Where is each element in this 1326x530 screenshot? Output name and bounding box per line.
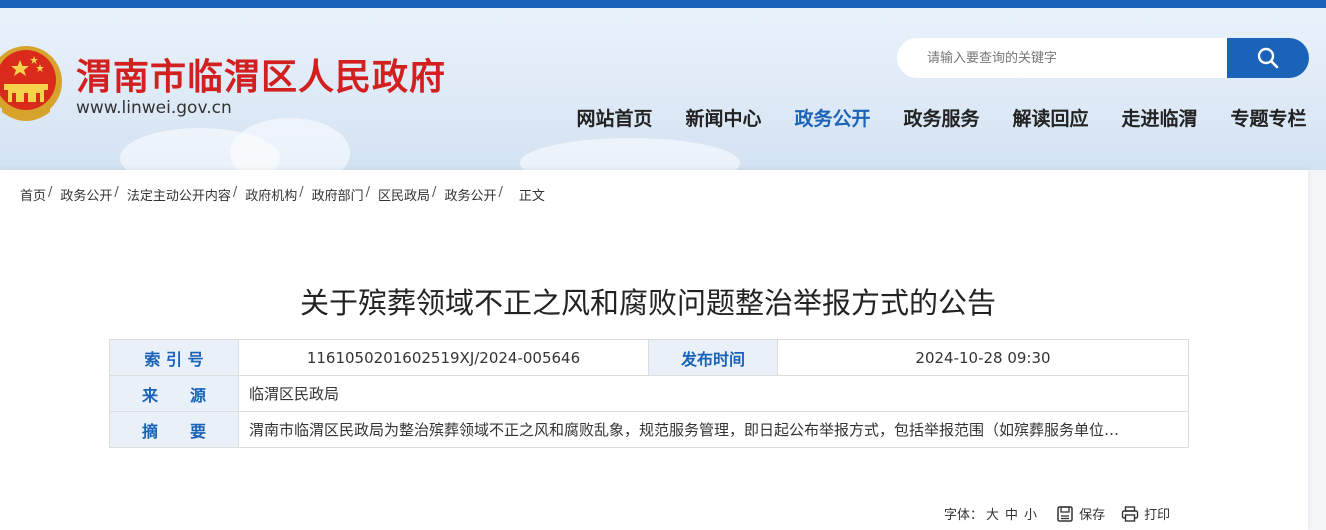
breadcrumb-item-home[interactable]: 首页	[20, 185, 46, 204]
breadcrumb-item-statutory-disclosure[interactable]: 法定主动公开内容	[127, 185, 231, 204]
source-label: 来 源	[109, 375, 239, 412]
font-size-small-button[interactable]: 小	[1024, 504, 1037, 523]
source-value: 临渭区民政局	[238, 375, 1189, 412]
publish-date-value: 2024-10-28 09:30	[777, 339, 1189, 376]
search-button[interactable]	[1227, 38, 1309, 78]
breadcrumb-current: 正文	[518, 189, 545, 204]
breadcrumb-separator: /	[365, 185, 371, 200]
save-icon	[1057, 505, 1073, 522]
index-number-value: 1161050201602519XJ/2024-005646	[238, 339, 649, 376]
save-button[interactable]: 保存	[1056, 504, 1105, 523]
publish-date-label: 发布时间	[648, 339, 778, 376]
breadcrumb-separator: /	[432, 185, 437, 200]
breadcrumb-item-gov-departments[interactable]: 政府部门	[312, 185, 364, 204]
print-icon	[1121, 505, 1139, 522]
nav-item-news[interactable]: 新闻中心	[669, 104, 778, 134]
nav-item-gov-affairs[interactable]: 政务公开	[778, 104, 887, 134]
font-size-large-button[interactable]: 大	[986, 504, 999, 523]
main-nav: 网站首页 新闻中心 政务公开 政务服务 解读回应 走进临渭 专题专栏	[560, 104, 1323, 134]
right-page-margin	[1308, 170, 1326, 530]
save-label: 保存	[1079, 508, 1106, 523]
nav-item-about-linwei[interactable]: 走进临渭	[1105, 104, 1214, 134]
search-input[interactable]	[897, 38, 1227, 78]
breadcrumb-separator: /	[48, 185, 53, 200]
site-title[interactable]: 渭南市临渭区人民政府	[76, 48, 446, 100]
breadcrumb-item-civil-affairs-bureau[interactable]: 区民政局	[378, 185, 430, 204]
breadcrumb: 首页 / 政务公开 / 法定主动公开内容 / 政府机构 / 政府部门 / 区民政局 / 政务…	[20, 185, 545, 204]
abstract-label: 摘 要	[109, 411, 239, 448]
nav-item-home[interactable]: 网站首页	[560, 104, 669, 134]
national-emblem-icon	[0, 46, 62, 121]
print-button[interactable]: 打印	[1121, 504, 1170, 523]
header-cloud-decoration	[520, 138, 740, 170]
nav-item-gov-services[interactable]: 政务服务	[887, 104, 996, 134]
font-size-label: 字体：	[944, 508, 984, 523]
breadcrumb-separator: /	[299, 185, 304, 200]
table-row: 索 引 号 1161050201602519XJ/2024-005646 发布时…	[109, 339, 1189, 376]
abstract-cell: 渭南市临渭区民政局为整治殡葬领域不正之风和腐败乱象，规范服务管理，即日起公布举报…	[238, 411, 1189, 448]
print-label: 打印	[1144, 508, 1171, 523]
font-size-medium-button[interactable]: 中	[1005, 504, 1018, 523]
nav-item-interpretation[interactable]: 解读回应	[996, 104, 1105, 134]
table-row: 来 源 临渭区民政局	[109, 375, 1189, 412]
breadcrumb-item-gov-affairs[interactable]: 政务公开	[60, 185, 112, 204]
breadcrumb-separator: /	[498, 185, 503, 200]
breadcrumb-item-bureau-gov-affairs[interactable]: 政务公开	[444, 185, 496, 204]
article-title: 关于殡葬领域不正之风和腐败问题整治举报方式的公告	[299, 286, 996, 320]
table-row: 摘 要 渭南市临渭区民政局为整治殡葬领域不正之风和腐败乱象，规范服务管理，即日起…	[109, 411, 1189, 448]
article-content: 首页 / 政务公开 / 法定主动公开内容 / 政府机构 / 政府部门 / 区民政局 / 政务…	[0, 170, 1308, 530]
article-meta-table: 索 引 号 1161050201602519XJ/2024-005646 发布时…	[109, 339, 1189, 448]
top-accent-bar	[0, 0, 1326, 8]
search-icon	[1257, 47, 1279, 69]
nav-item-special-topics[interactable]: 专题专栏	[1214, 104, 1323, 134]
header-cloud-decoration	[230, 118, 350, 170]
search-box	[897, 38, 1309, 78]
breadcrumb-item-gov-institutions[interactable]: 政府机构	[245, 185, 297, 204]
site-header: 渭南市临渭区人民政府 www.linwei.gov.cn 网站首页 新闻中心 政…	[0, 8, 1326, 170]
article-tools: 字体： 大 中 小 保存 打印	[944, 504, 1170, 523]
breadcrumb-separator: /	[232, 185, 238, 200]
abstract-value: 渭南市临渭区民政局为整治殡葬领域不正之风和腐败乱象，规范服务管理，即日起公布举报…	[249, 421, 1120, 439]
site-url: www.linwei.gov.cn	[76, 98, 232, 118]
index-number-label: 索 引 号	[109, 339, 239, 376]
breadcrumb-separator: /	[114, 185, 119, 200]
